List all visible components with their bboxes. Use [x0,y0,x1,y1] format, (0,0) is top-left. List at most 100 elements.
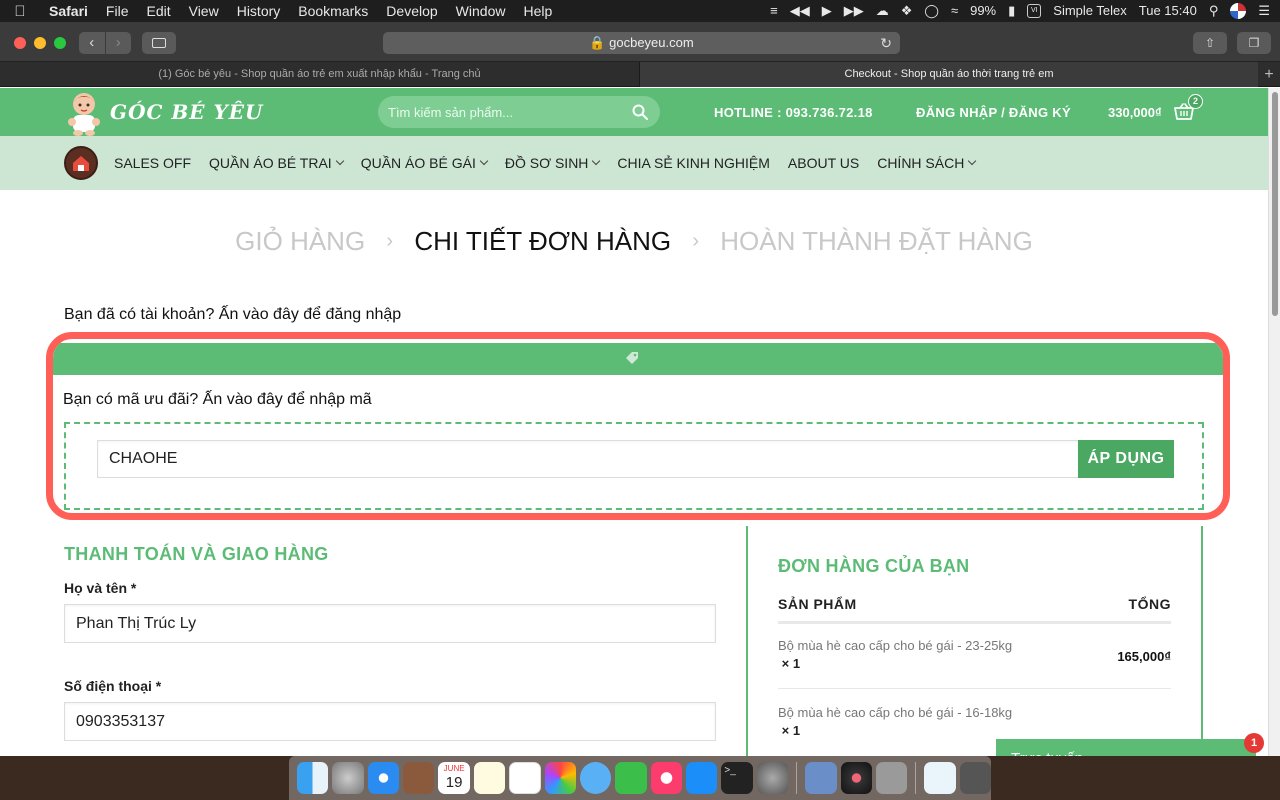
nav-item-experience[interactable]: CHIA SẺ KINH NGHIỆM [617,155,769,171]
coupon-toggle-link[interactable]: Bạn có mã ưu đãi? Ấn vào đây để nhập mã [63,391,372,409]
macos-dock: JUNE 19 >_ [289,756,991,800]
apple-menu-icon[interactable]:  [0,3,40,20]
history-nav: ‹ › [79,32,131,54]
step-order-details[interactable]: CHI TIẾT ĐƠN HÀNG [414,226,671,256]
checkout-steps: GIỎ HÀNG › CHI TIẾT ĐƠN HÀNG › HOÀN THÀN… [0,226,1268,257]
close-window-button[interactable] [14,37,26,49]
messages-icon[interactable] [579,762,612,794]
finder-icon[interactable] [297,762,329,794]
safari-icon[interactable] [367,762,400,794]
language-flag-icon[interactable] [1230,3,1247,19]
input-method-label[interactable]: Simple Telex [1053,0,1126,22]
site-header: GÓC BÉ YÊU HOTLINE : 093.736.72.18 ĐĂNG … [0,88,1268,136]
live-chat-widget[interactable]: Trực tuyến [996,739,1256,756]
coupon-code-input[interactable] [97,440,1079,478]
nav-item-sales-off[interactable]: SALES OFF [114,155,191,171]
battery-percent[interactable]: 99% [970,0,996,22]
zoom-window-button[interactable] [54,37,66,49]
search-input[interactable] [388,96,618,128]
nav-item-girls[interactable]: QUẦN ÁO BÉ GÁI [360,155,489,171]
menu-develop[interactable]: Develop [377,0,446,22]
media-prev-icon[interactable]: ◀◀ [790,0,810,22]
wifi-icon[interactable]: ≈ [951,0,958,22]
trash-icon[interactable] [959,762,991,794]
cart-total[interactable]: 330,000₫ [1108,105,1162,120]
menu-help[interactable]: Help [514,0,561,22]
minimize-window-button[interactable] [34,37,46,49]
menu-bookmarks[interactable]: Bookmarks [289,0,377,22]
home-icon[interactable] [64,146,98,180]
calendar-icon[interactable]: JUNE 19 [438,762,470,794]
downloads-folder-icon[interactable] [924,762,956,794]
nav-item-boys[interactable]: QUẦN ÁO BÉ TRAI [209,155,344,171]
calculator-icon[interactable] [875,762,908,794]
media-play-icon[interactable]: ▶ [822,0,832,22]
login-notice-link[interactable]: Bạn đã có tài khoản? Ấn vào đây để đăng … [64,306,401,324]
battery-icon[interactable]: ▮ [1008,0,1015,22]
scrollbar-thumb[interactable] [1272,92,1278,316]
clock[interactable]: Tue 15:40 [1139,0,1197,22]
tab-overview-button[interactable]: ❐ [1237,32,1271,54]
photos-icon[interactable] [544,762,576,794]
app-store-icon[interactable] [686,762,718,794]
order-item-row: Bộ mùa hè cao cấp cho bé gái - 23-25kg ×… [778,637,1171,689]
facetime-icon[interactable] [615,762,647,794]
page-scrollbar[interactable] [1268,88,1280,756]
terminal-icon[interactable]: >_ [721,762,753,794]
system-preferences-icon[interactable] [756,762,789,794]
reload-icon[interactable]: ↻ [880,32,892,54]
input-method-icon[interactable]: VI [1027,4,1042,18]
col-product-header: SẢN PHẨM [778,596,857,612]
creative-cloud-icon[interactable]: ☁ [876,0,889,22]
nav-item-about[interactable]: ABOUT US [788,155,859,171]
menu-edit[interactable]: Edit [137,0,179,22]
notes-icon[interactable] [473,762,506,794]
hotline-link[interactable]: HOTLINE : 093.736.72.18 [714,105,873,120]
nav-item-label: CHÍNH SÁCH [877,155,965,171]
logo-baby-icon[interactable] [64,90,104,136]
login-register-link[interactable]: ĐĂNG NHẬP / ĐĂNG KÝ [916,105,1071,120]
nav-item-label: QUẦN ÁO BÉ GÁI [360,155,476,171]
share-button[interactable]: ⇧ [1193,32,1227,54]
address-bar[interactable]: 🔒 gocbeyeu.com ↻ [383,32,900,54]
order-item-qty: × 1 [781,656,801,671]
sync-icon[interactable]: ◯ [924,0,939,22]
site-logo-text[interactable]: GÓC BÉ YÊU [110,100,263,124]
apply-coupon-button[interactable]: ÁP DỤNG [1078,440,1174,478]
tab-checkout[interactable]: Checkout - Shop quần áo thời trang trẻ e… [640,62,1258,87]
tab-home[interactable]: (1) Góc bé yêu - Shop quần áo trẻ em xuấ… [0,62,640,87]
media-player-icon[interactable] [840,762,872,794]
forward-button[interactable]: › [104,32,131,54]
media-next-icon[interactable]: ▶▶ [844,0,864,22]
launchpad-icon[interactable] [332,762,364,794]
spotlight-search-icon[interactable]: ⚲ [1209,0,1219,22]
menu-file[interactable]: File [97,0,138,22]
music-icon[interactable] [650,762,682,794]
menu-history[interactable]: History [228,0,290,22]
sidebar-toggle-button[interactable] [142,32,176,54]
dropbox-icon[interactable]: ❖ [901,0,913,22]
preview-icon[interactable] [805,762,837,794]
notes-book-icon[interactable] [403,762,435,794]
menu-view[interactable]: View [180,0,228,22]
search-icon[interactable] [632,104,648,120]
full-name-field[interactable] [64,604,716,643]
menu-window[interactable]: Window [447,0,515,22]
main-nav: SALES OFF QUẦN ÁO BÉ TRAI QUẦN ÁO BÉ GÁI… [0,136,1268,190]
chevron-down-icon [479,156,489,166]
list-icon[interactable]: ≡ [770,0,778,22]
menu-app-name[interactable]: Safari [40,0,97,22]
step-cart[interactable]: GIỎ HÀNG [235,226,365,256]
reminders-icon[interactable] [509,762,541,794]
new-tab-button[interactable]: + [1258,62,1280,87]
billing-title: THANH TOÁN VÀ GIAO HÀNG [64,544,329,564]
phone-field[interactable] [64,702,716,741]
nav-item-newborn[interactable]: ĐỒ SƠ SINH [505,155,601,171]
back-button[interactable]: ‹ [79,32,105,54]
nav-item-policy[interactable]: CHÍNH SÁCH [877,155,977,171]
house-icon [73,156,89,171]
notification-center-icon[interactable]: ☰ [1258,0,1270,22]
macos-menubar:  Safari File Edit View History Bookmark… [0,0,1280,22]
order-item-name: Bộ mùa hè cao cấp cho bé gái - 23-25kg ×… [778,637,1018,673]
coupon-section-highlight: Bạn có mã ưu đãi? Ấn vào đây để nhập mã … [46,332,1230,520]
